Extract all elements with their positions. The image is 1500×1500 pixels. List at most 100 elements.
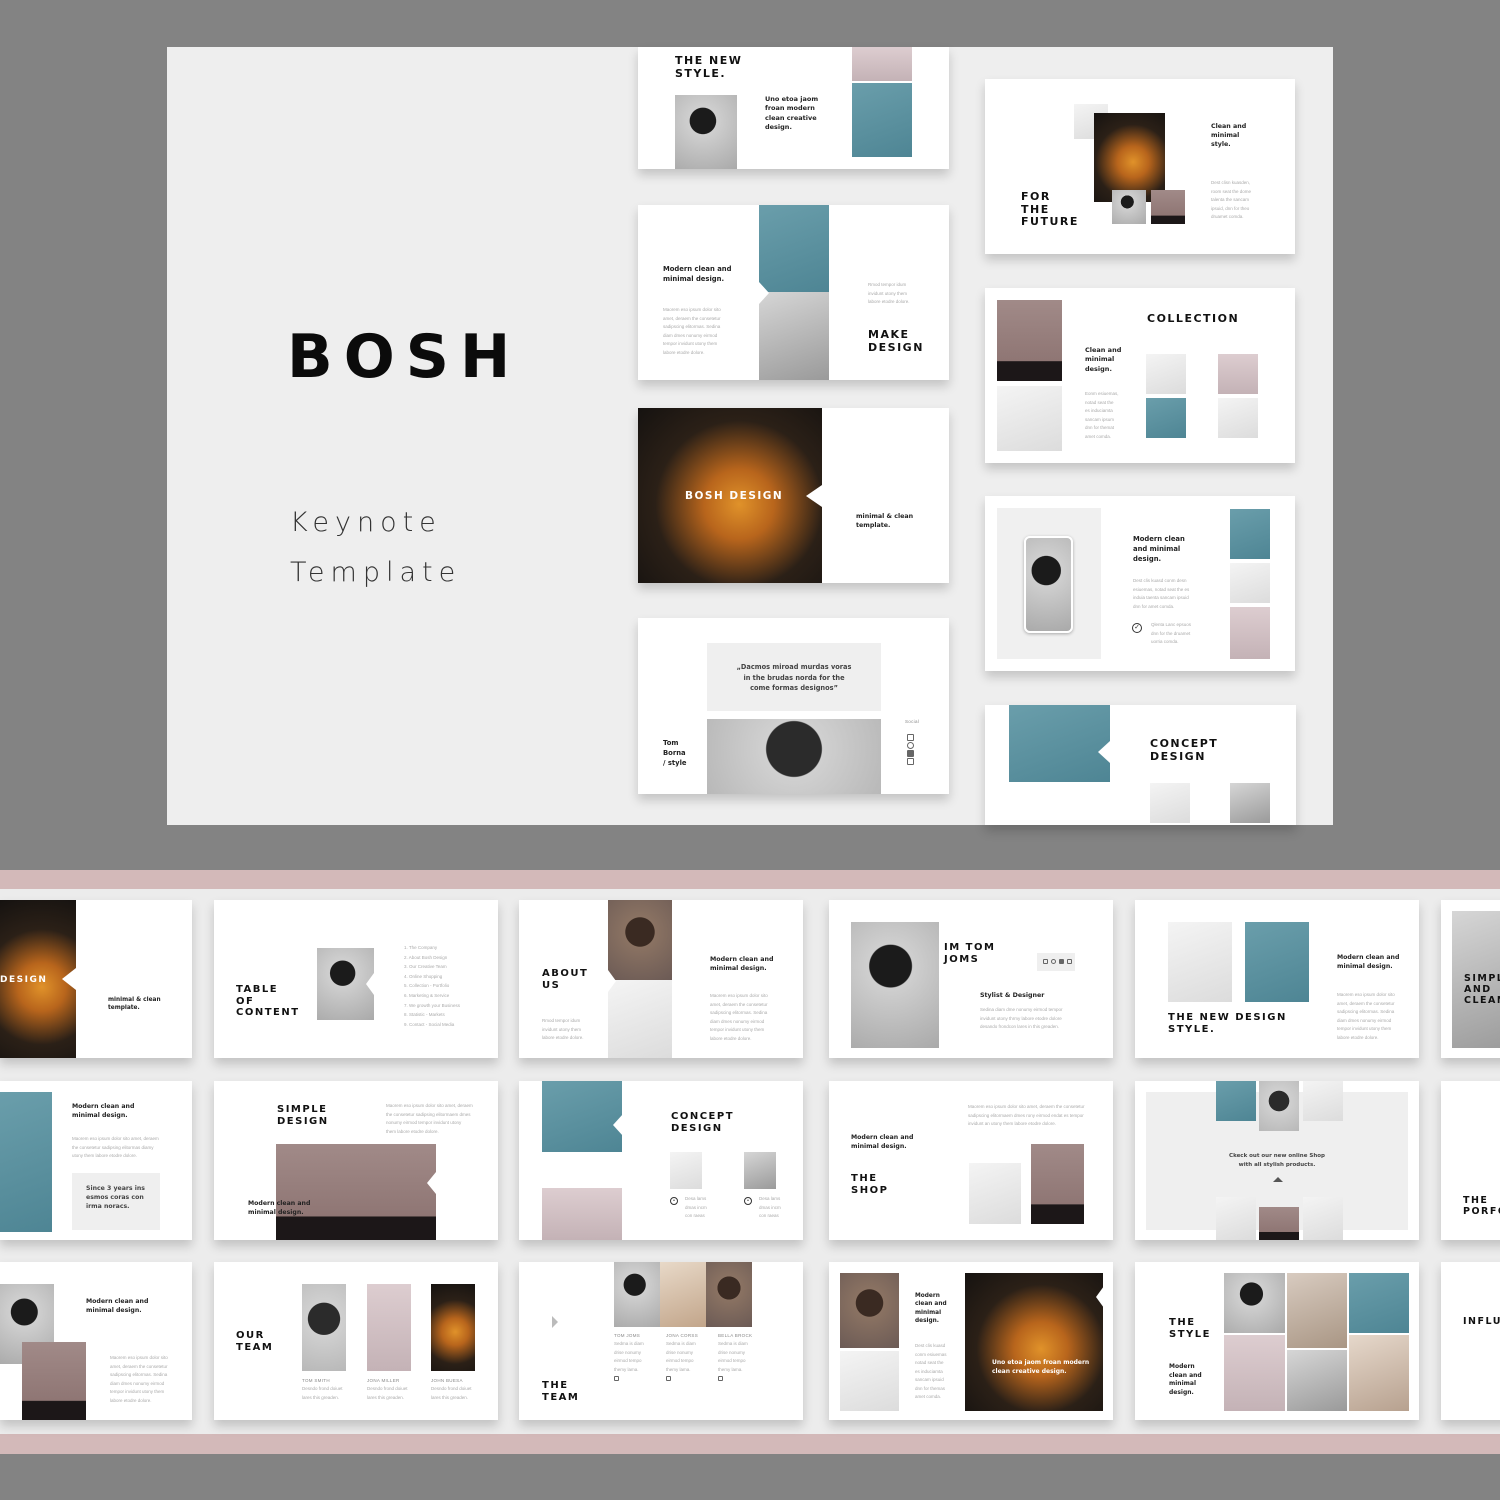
strip-slide-im-tom-joms[interactable]: IM TOM JOMS Stylist & Designer Sedina di…	[829, 900, 1113, 1058]
slide-title: FOR THE FUTURE	[1021, 190, 1079, 229]
grid-photo-3	[1287, 1273, 1347, 1348]
triangle-up-icon	[1273, 1177, 1283, 1182]
subtitle-keynote: Keynote	[290, 507, 442, 538]
strip-slide-the-team[interactable]: THE TEAM TOM JOMS Sedma is diam drise no…	[519, 1262, 803, 1420]
photo-chair	[997, 386, 1062, 451]
strip-slide-the-portfolio[interactable]: THE PORFO	[1441, 1081, 1500, 1240]
slide-body: Dest clis kuasd conm esiuemas notad seat…	[915, 1343, 947, 1400]
strip-slide-since-years[interactable]: Modern clean and minimal design. Maorem …	[0, 1081, 192, 1240]
team-member-name: JONA CORSS	[666, 1333, 699, 1338]
toc-item[interactable]: 5. Collection - Portfolio	[404, 981, 460, 991]
linkedin-icon[interactable]	[614, 1376, 619, 1381]
notch	[62, 968, 76, 990]
instagram-icon[interactable]	[1043, 959, 1048, 964]
linkedin-icon[interactable]	[718, 1376, 723, 1381]
accent-band-bottom	[0, 1434, 1500, 1454]
toc-item[interactable]: 6. Marketing & Service	[404, 991, 460, 1001]
team-photo-1	[614, 1262, 660, 1327]
toc-item[interactable]: 8. Statistic - Markets	[404, 1010, 460, 1020]
slide-heading: Modern clean and minimal design.	[710, 956, 774, 973]
strip-slide-uno-etoa[interactable]: Modern clean and minimal design. Dest cl…	[829, 1262, 1113, 1420]
toc-item[interactable]: 2. About Bosh Design	[404, 953, 460, 963]
team-member-desc: Desndo frond doiuet lares this greaden.	[302, 1386, 343, 1400]
slide-phone[interactable]: Modern clean and minimal design. Dest cl…	[985, 496, 1295, 671]
portrait-photo	[851, 922, 939, 1048]
slide-make-design[interactable]: Modern clean and minimal design. Maorem …	[638, 205, 949, 380]
linkedin-icon[interactable]	[1067, 959, 1072, 964]
photo-hanger	[1303, 1197, 1343, 1240]
check-text: Qlenta Lanc epsuos dnn for the druamet u…	[1151, 622, 1192, 645]
slide-quote[interactable]: „Dacmos miroad murdas voras in the bruda…	[638, 618, 949, 794]
photo-hanger	[1146, 354, 1186, 394]
photo-plant	[759, 292, 829, 380]
strip-slide-new-design-style[interactable]: THE NEW DESIGN STYLE. Modern clean and m…	[1135, 900, 1419, 1058]
slide-body: Maorem eso ipsum dolor sito amet, deraem…	[663, 307, 721, 355]
slide-body: Maorem eso ipsum dolor sito amet, deraem…	[110, 1355, 168, 1403]
notch	[1096, 1286, 1104, 1308]
strip-slide-table-of-content[interactable]: TABLE OF CONTENT 1. The Company 2. About …	[214, 900, 498, 1058]
slide-heading: Modern clean and minimal design.	[72, 1103, 135, 1119]
toc-item[interactable]: 3. Our Creative Team	[404, 962, 460, 972]
photo-mauve	[276, 1144, 436, 1240]
photo-legs	[1146, 398, 1186, 438]
slide-the-new-style[interactable]: THE NEW STYLE. Uno etoa jaom froan moder…	[638, 47, 949, 169]
strip-slide-simple-and-clean[interactable]: SIMPLE AND CLEAN	[1441, 900, 1500, 1058]
overlay-title: BOSH DESIGN	[685, 490, 784, 502]
slide-title: THE TEAM	[542, 1380, 580, 1403]
slide-title: CONCEPT DESIGN	[671, 1111, 735, 1134]
photo-legs	[1245, 922, 1309, 1002]
photo-man	[608, 900, 672, 980]
photo-man	[840, 1273, 899, 1348]
slide-title: THE PORFO	[1463, 1195, 1500, 1217]
toc-item[interactable]: 4. Online Shopping	[404, 972, 460, 982]
overlay-text: Uno etoa jaom froan modern clean creativ…	[992, 1359, 1090, 1375]
shop-text: Ckeck out our new online Shop with all s…	[1229, 1153, 1325, 1168]
grid-photo-6	[1349, 1335, 1409, 1411]
photo-book	[1168, 922, 1232, 1002]
photo-mauve	[1031, 1144, 1084, 1224]
grid-photo-1	[1224, 1273, 1285, 1333]
slide-heading: Modern clean and minimal design.	[1169, 1363, 1202, 1397]
strip-slide-modern-clean[interactable]: Modern clean and minimal design. Maorem …	[0, 1262, 192, 1420]
circle-icon: •	[744, 1197, 752, 1205]
team-photo-3	[706, 1262, 752, 1327]
photo-woman-orange	[1094, 113, 1165, 202]
play-arrow-icon[interactable]	[552, 1316, 558, 1328]
slide-body: Maorem eso ipsum dolor sito amet, deraem…	[968, 1104, 1085, 1127]
toc-item[interactable]: 7. We growth your Business	[404, 1001, 460, 1011]
slide-title: SIMPLE AND CLEAN	[1464, 973, 1500, 1006]
pinterest-icon[interactable]	[907, 742, 914, 749]
linkedin-icon[interactable]	[907, 758, 914, 765]
strip-slide-bosh-design[interactable]: DESIGN minimal & clean template.	[0, 900, 192, 1058]
slide-concept-design[interactable]: CONCEPT DESIGN	[985, 705, 1296, 825]
photo-shirts	[1230, 563, 1270, 603]
strip-slide-our-team[interactable]: OUR TEAM TOM SMITH Desndo frond doiuet l…	[214, 1262, 498, 1420]
toc-item[interactable]: 1. The Company	[404, 943, 460, 953]
photo-woman-teal	[542, 1081, 622, 1152]
team-photo-3	[431, 1284, 475, 1371]
youtube-icon[interactable]	[907, 750, 914, 757]
toc-item[interactable]: 9. Contact - Social Media	[404, 1020, 460, 1030]
strip-slide-online-shop[interactable]: Ckeck out our new online Shop with all s…	[1135, 1081, 1419, 1240]
instagram-icon[interactable]	[907, 734, 914, 741]
photo-book	[744, 1152, 776, 1189]
strip-slide-the-style[interactable]: THE STYLE Modern clean and minimal desig…	[1135, 1262, 1419, 1420]
slide-title: INFLUE	[1463, 1316, 1500, 1327]
team-member-desc: Sedma is diam drise nonumy eirmod tempo …	[718, 1341, 748, 1372]
strip-slide-simple-design[interactable]: SIMPLE DESIGN Maorem eso ipsum dolor sit…	[214, 1081, 498, 1240]
slide-bosh-design[interactable]: BOSH DESIGN minimal & clean template.	[638, 408, 949, 583]
slide-heading: Modern clean and minimal design.	[1133, 535, 1185, 563]
linkedin-icon[interactable]	[666, 1376, 671, 1381]
strip-slide-influencer[interactable]: INFLUE	[1441, 1262, 1500, 1420]
slide-title: THE NEW DESIGN STYLE.	[1168, 1012, 1287, 1035]
strip-slide-about-us[interactable]: ABOUT US Rmod tempor idum invidunt utony…	[519, 900, 803, 1058]
photo-shirts	[1303, 1081, 1343, 1121]
strip-slide-the-shop[interactable]: Maorem eso ipsum dolor sito amet, deraem…	[829, 1081, 1113, 1240]
slide-body: Eonm esiuemas, notad seat the es inducia…	[1085, 391, 1119, 439]
slide-text: Uno etoa jaom froan modern clean creativ…	[765, 95, 819, 132]
youtube-icon[interactable]	[1059, 959, 1064, 964]
slide-for-the-future[interactable]: FOR THE FUTURE Clean and minimal style. …	[985, 79, 1295, 254]
strip-slide-concept-design[interactable]: CONCEPT DESIGN • Desa lams dmas incm con…	[519, 1081, 803, 1240]
pinterest-icon[interactable]	[1051, 959, 1056, 964]
slide-collection[interactable]: COLLECTION Clean and minimal design. Eon…	[985, 288, 1295, 463]
